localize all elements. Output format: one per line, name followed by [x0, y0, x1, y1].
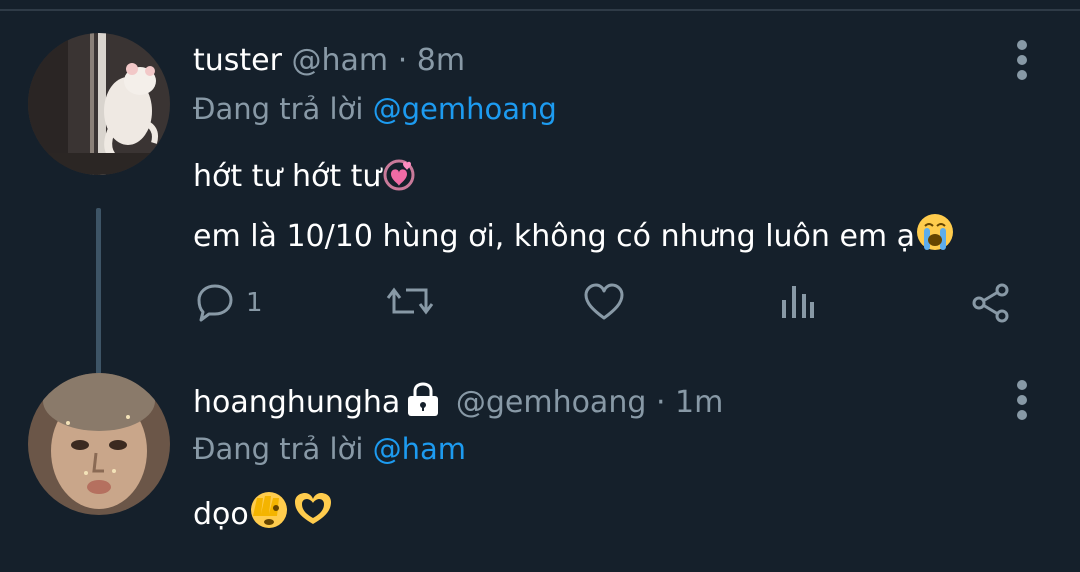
- tweet-1[interactable]: tuster @ham · 8m Đang trả lời @gemhoang …: [0, 30, 1080, 400]
- avatar-hoanghungha[interactable]: [28, 373, 170, 515]
- replying-to-handle[interactable]: @gemhoang: [373, 92, 557, 126]
- more-dot: [1017, 410, 1027, 420]
- tweet-text: hớt tư hớt tư em là 10/10 hùng ơi, không…: [193, 150, 955, 270]
- replying-to: Đang trả lời @gemhoang: [193, 90, 557, 128]
- share-icon: [972, 283, 1009, 323]
- face-with-peeking-eye-emoji: [249, 490, 291, 548]
- display-name[interactable]: tuster: [193, 43, 282, 78]
- tweet-text-line-2: em là 10/10 hùng ơi, không có nhưng luôn…: [193, 210, 955, 270]
- reply-count: 1: [246, 288, 263, 318]
- heart-hands-emoji: [291, 490, 335, 548]
- tweet-text-line-2-text: em là 10/10 hùng ơi, không có nhưng luôn…: [193, 219, 916, 254]
- more-options-button[interactable]: [1012, 380, 1032, 420]
- user-handle[interactable]: @gemhoang: [456, 385, 647, 420]
- timestamp[interactable]: 1m: [675, 385, 723, 420]
- revolving-hearts-emoji: [381, 156, 417, 210]
- timestamp[interactable]: 8m: [417, 43, 465, 78]
- more-dot: [1017, 395, 1027, 405]
- avatar-image: [28, 373, 170, 515]
- retweet-button[interactable]: [386, 282, 434, 326]
- more-dot: [1017, 40, 1027, 50]
- reply-icon: [197, 284, 233, 322]
- user-handle[interactable]: @ham: [292, 43, 389, 78]
- tweet-text: dọo: [193, 488, 335, 548]
- reply-button[interactable]: [195, 282, 235, 326]
- views-button[interactable]: [780, 282, 816, 326]
- heart-icon: [584, 283, 624, 320]
- tweet-header: hoanghungha @gemhoang · 1m: [193, 382, 723, 426]
- share-button[interactable]: [970, 282, 1012, 326]
- tweet-header: tuster @ham · 8m: [193, 42, 465, 80]
- views-chart-icon: [782, 286, 814, 318]
- replying-to: Đang trả lời @ham: [193, 430, 466, 468]
- more-options-button[interactable]: [1012, 40, 1032, 80]
- lock-icon: [406, 382, 440, 426]
- more-dot: [1017, 70, 1027, 80]
- tweet-2[interactable]: hoanghungha @gemhoang · 1m Đang trả lời …: [0, 370, 1080, 560]
- more-dot: [1017, 380, 1027, 390]
- avatar-image: [28, 33, 170, 175]
- replying-to-handle[interactable]: @ham: [373, 432, 466, 466]
- like-button[interactable]: [583, 282, 625, 326]
- loudly-crying-face-emoji: [915, 212, 955, 270]
- display-name[interactable]: hoanghungha: [193, 385, 400, 420]
- tweet-text-line-1: hớt tư hớt tư: [193, 150, 955, 210]
- top-divider: [0, 9, 1080, 11]
- retweet-icon: [386, 287, 434, 315]
- tweet-actions: 1: [0, 282, 1080, 326]
- more-dot: [1017, 55, 1027, 65]
- separator-dot: ·: [397, 43, 408, 78]
- avatar-tuster[interactable]: [28, 33, 170, 175]
- tweet-text-line-1-text: hớt tư hớt tư: [193, 159, 382, 194]
- replying-to-label: Đang trả lời: [193, 92, 364, 126]
- replying-to-label: Đang trả lời: [193, 432, 364, 466]
- tweet-text-content: dọo: [193, 497, 249, 532]
- separator-dot: ·: [655, 385, 666, 420]
